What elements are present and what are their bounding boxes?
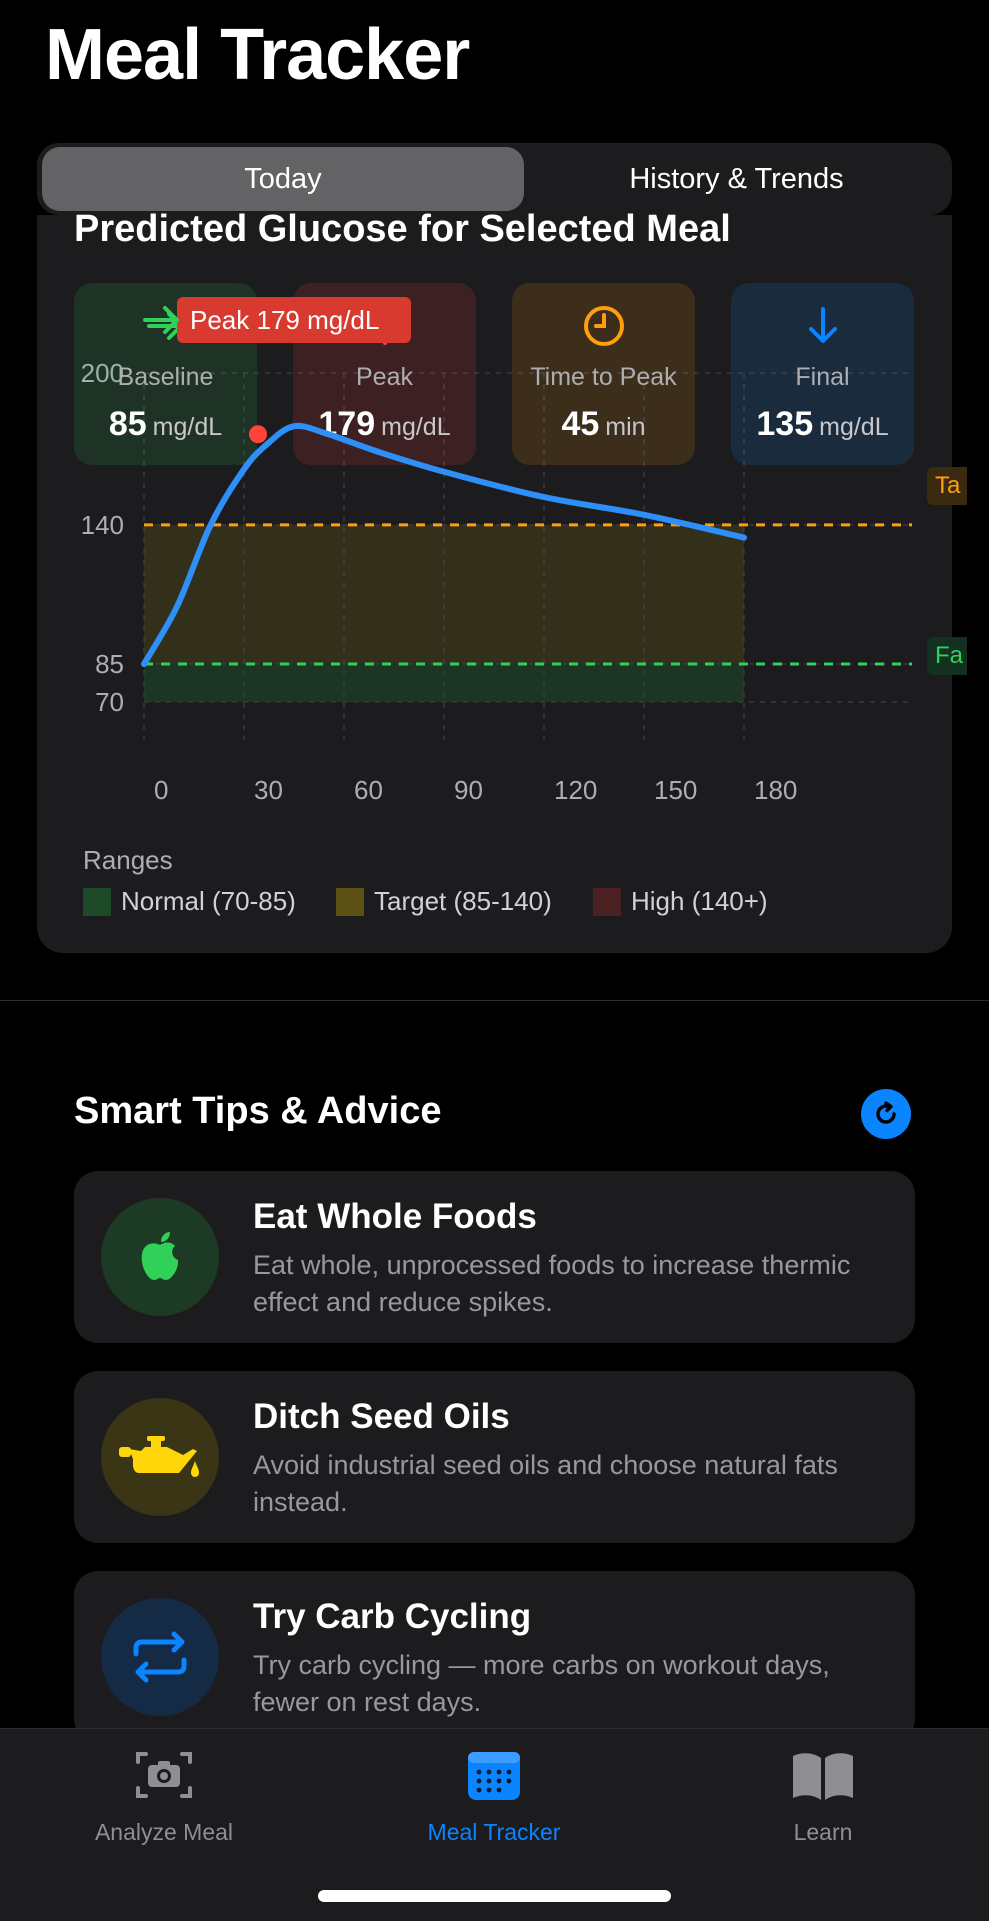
legend-swatch bbox=[83, 887, 111, 916]
calendar-icon bbox=[374, 1745, 614, 1805]
tip-title: Ditch Seed Oils bbox=[253, 1397, 510, 1436]
tab-learn[interactable]: Learn bbox=[703, 1745, 943, 1846]
apple-icon bbox=[101, 1198, 219, 1316]
tab-analyze-meal[interactable]: Analyze Meal bbox=[44, 1745, 284, 1846]
section-divider bbox=[0, 1000, 989, 1001]
peak-callout-text: Peak 179 mg/dL bbox=[190, 304, 380, 335]
arrow-right-icon bbox=[143, 306, 179, 334]
tips-title: Smart Tips & Advice bbox=[74, 1090, 442, 1132]
legend-swatch bbox=[593, 887, 621, 916]
tip-title: Eat Whole Foods bbox=[253, 1197, 537, 1236]
fasting-line-label: Fa bbox=[927, 637, 967, 675]
tip-description: Try carb cycling — more carbs on workout… bbox=[253, 1650, 830, 1717]
book-icon bbox=[703, 1745, 943, 1805]
camera-icon bbox=[44, 1745, 284, 1805]
legend-label: Target (85-140) bbox=[374, 886, 552, 916]
tip-title: Try Carb Cycling bbox=[253, 1597, 532, 1636]
peak-point bbox=[249, 425, 267, 444]
glucose-series-line bbox=[141, 422, 747, 668]
refresh-icon bbox=[876, 1101, 896, 1124]
tip-description: Avoid industrial seed oils and choose na… bbox=[253, 1450, 838, 1517]
refresh-button[interactable] bbox=[861, 1089, 911, 1139]
oil-can-icon bbox=[101, 1398, 219, 1516]
legend-label: Normal (70-85) bbox=[121, 886, 296, 916]
tab-label: Meal Tracker bbox=[427, 1819, 561, 1845]
tab-label: Analyze Meal bbox=[94, 1819, 234, 1845]
peak-callout: Peak 179 mg/dL bbox=[143, 297, 411, 343]
tip-card-whole-foods[interactable]: Eat Whole Foods Eat whole, unprocessed f… bbox=[74, 1171, 915, 1343]
legend-item-target: Target (85-140) bbox=[336, 886, 552, 917]
cycle-arrows-icon bbox=[101, 1598, 219, 1716]
legend-label: High (140+) bbox=[631, 886, 768, 916]
tab-meal-tracker[interactable]: Meal Tracker bbox=[374, 1745, 614, 1846]
legend-title: Ranges bbox=[83, 845, 173, 875]
target-line-label: Ta bbox=[927, 467, 967, 505]
tip-card-carb-cycling[interactable]: Try Carb Cycling Try carb cycling — more… bbox=[74, 1571, 915, 1743]
legend-swatch bbox=[336, 887, 364, 916]
home-indicator bbox=[318, 1890, 671, 1902]
tab-label: Learn bbox=[793, 1819, 853, 1845]
legend-item-normal: Normal (70-85) bbox=[83, 886, 296, 917]
tip-description: Eat whole, unprocessed foods to increase… bbox=[253, 1250, 851, 1317]
legend-item-high: High (140+) bbox=[593, 886, 768, 917]
tip-card-seed-oils[interactable]: Ditch Seed Oils Avoid industrial seed oi… bbox=[74, 1371, 915, 1543]
